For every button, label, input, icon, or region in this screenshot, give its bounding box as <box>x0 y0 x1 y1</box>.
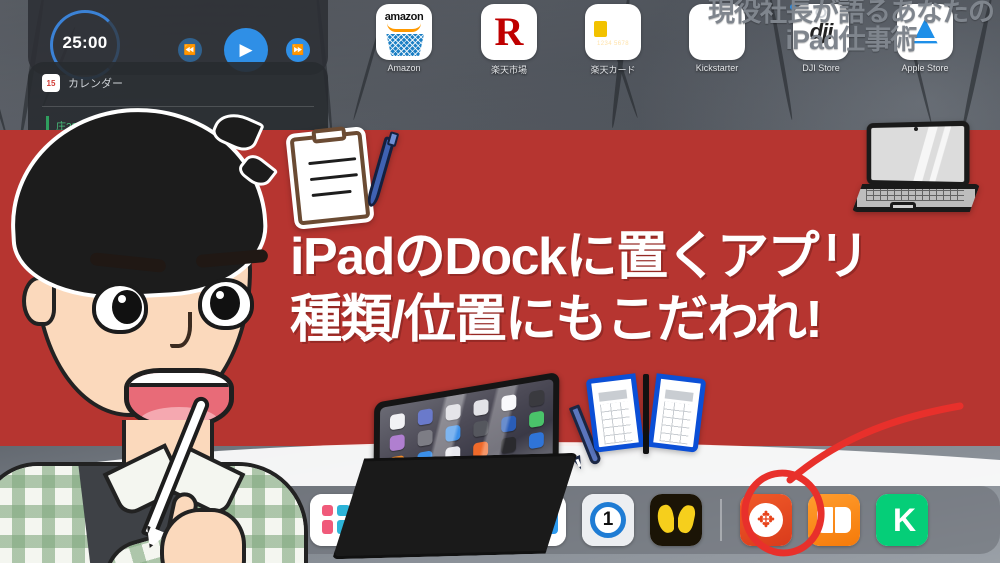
calendar-day-chip: 15 <box>42 74 60 92</box>
dock-recent-books[interactable] <box>808 494 860 546</box>
laptop-sticker <box>848 118 988 222</box>
amazon-smile <box>387 23 421 32</box>
top-app-rakuten[interactable]: R 楽天市場 <box>481 4 537 76</box>
top-app-label: Apple Store <box>901 63 949 73</box>
top-app-label: DJI Store <box>790 4 849 73</box>
rakuten-icon: R <box>481 4 537 60</box>
top-app-label: 楽天市場 <box>490 65 527 75</box>
laptop-icon <box>866 120 970 188</box>
laptop-trackpad <box>890 202 916 211</box>
working-copy-icon: ✥ <box>740 494 792 546</box>
amazon-wordmark: amazon <box>384 11 424 23</box>
top-app-label: 楽天カード <box>590 65 636 75</box>
channel-overlay-line2: iPad仕事術 <box>785 25 917 56</box>
rakuten-r: R <box>494 9 524 54</box>
book-page-right <box>647 373 707 453</box>
top-app-label: Amazon <box>387 63 421 73</box>
book-spine <box>643 374 649 454</box>
laptop-keyboard <box>866 189 964 201</box>
open-book-sticker <box>585 368 707 464</box>
dock-recent-working-copy[interactable]: ✥ <box>740 494 792 546</box>
headline: iPadのDockに置くアプリ 種類/位置にもこだわれ! <box>290 228 970 351</box>
presenter-illustration <box>0 100 312 563</box>
card-chip-icon <box>594 21 607 37</box>
top-app-label-text: DJI Store <box>802 63 840 73</box>
rakuten-card-icon: R 1234 5678 <box>585 4 641 60</box>
dock-divider <box>720 499 722 541</box>
card-number: 1234 5678 <box>597 41 629 47</box>
book-icon <box>585 373 645 453</box>
dock-app-1password[interactable]: 1 <box>582 494 634 546</box>
books-icon <box>808 494 860 546</box>
laptop-camera <box>914 127 918 131</box>
headline-line-1: iPadのDockに置くアプリ <box>290 228 870 286</box>
ipad-case <box>330 453 581 559</box>
top-app-rakuten-card[interactable]: R 1234 5678 楽天カード <box>585 4 641 76</box>
headline-line-2: 種類/位置にもこだわれ! <box>290 291 823 350</box>
ulysses-icon <box>650 494 702 546</box>
thumbnail-canvas: 25:00 次：Focus ⏪ ▶ ⏩ 15 カレンダー 庄2230-1 カルマ… <box>0 0 1000 563</box>
ipad-photo <box>328 371 582 563</box>
timer-value: 25:00 <box>62 33 108 52</box>
dock-recent-kickstarter[interactable]: K <box>876 494 928 546</box>
skip-back-icon[interactable]: ⏪ <box>178 38 202 62</box>
amazon-cart <box>386 34 424 56</box>
channel-overlay-line1: 現役社長が語るあなたの <box>708 0 995 27</box>
dock-app-ulysses[interactable] <box>650 494 702 546</box>
top-app-amazon[interactable]: amazon Amazon <box>376 4 432 73</box>
rakuten-card-r: R <box>619 19 631 36</box>
calendar-app-label: カレンダー <box>68 78 123 90</box>
kickstarter-icon: K <box>876 494 928 546</box>
top-app-label: Kickstarter <box>695 63 739 73</box>
channel-overlay-text: 現役社長が語るあなたの iPad仕事術 <box>708 0 995 56</box>
amazon-icon: amazon <box>376 4 432 60</box>
1password-icon: 1 <box>582 494 634 546</box>
skip-forward-icon[interactable]: ⏩ <box>286 38 310 62</box>
